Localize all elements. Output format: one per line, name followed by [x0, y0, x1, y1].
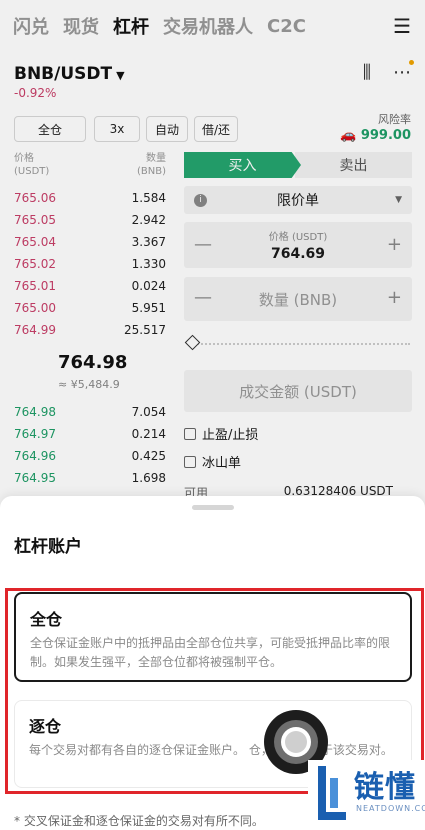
- watermark-mark-icon: [318, 766, 346, 820]
- watermark-name: 链懂: [354, 770, 416, 805]
- watermark-url: NEATDOWN.COM: [356, 804, 425, 813]
- sheet-footnote: * 交叉保证金和逐仓保证金的交易对有所不同。: [14, 814, 264, 828]
- sheet-title: 杠杆账户: [14, 537, 82, 557]
- sheet-drag-handle[interactable]: [192, 505, 234, 510]
- watermark-logo: 链懂 NEATDOWN.COM: [308, 760, 425, 830]
